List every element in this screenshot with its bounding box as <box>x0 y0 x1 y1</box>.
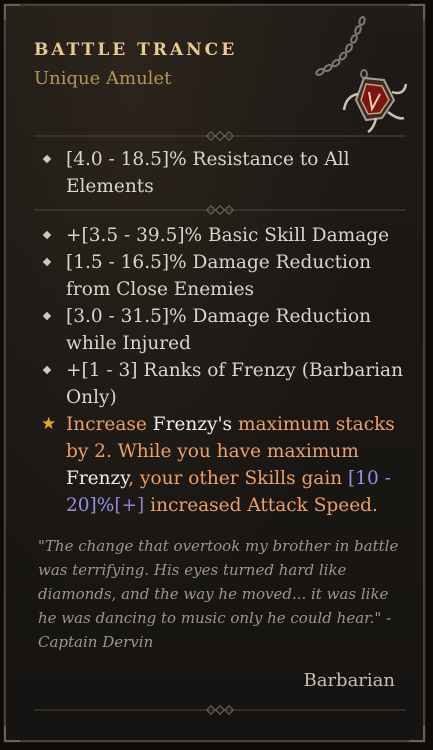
class-requirement: Barbarian <box>303 670 395 691</box>
affix: +[1 - 3] Ranks of Frenzy (Barbarian Only… <box>40 357 410 411</box>
section-divider <box>34 130 406 142</box>
amulet-icon <box>306 14 426 134</box>
diamond-bullet-icon <box>42 230 52 240</box>
legendary-power: ★ Increase Frenzy's maximum stacks by 2.… <box>40 411 410 519</box>
frame-corner <box>4 726 20 742</box>
implicit-affix-list: [4.0 - 18.5]% Resistance to All Elements <box>40 146 410 200</box>
expand-range-toggle[interactable]: [+] <box>114 495 144 516</box>
item-tooltip: BATTLE TRANCE Unique Amulet [4.0 - 18.5]… <box>3 3 426 743</box>
affix: [3.0 - 31.5]% Damage Reduction while Inj… <box>40 303 410 357</box>
diamond-bullet-icon <box>42 311 52 321</box>
affix-text: [3.0 - 31.5]% Damage Reduction while Inj… <box>66 306 372 354</box>
frame-corner <box>409 726 425 742</box>
affix-text: [1.5 - 16.5]% Damage Reduction from Clos… <box>66 252 372 300</box>
affix-list: +[3.5 - 39.5]% Basic Skill Damage [1.5 -… <box>40 222 410 519</box>
flavor-text: "The change that overtook my brother in … <box>38 537 399 651</box>
frame-corner <box>4 4 20 20</box>
section-divider <box>34 704 406 716</box>
section-divider <box>34 204 406 216</box>
item-name: BATTLE TRANCE <box>34 40 238 60</box>
affix-text: [4.0 - 18.5]% Resistance to All Elements <box>66 149 350 197</box>
diamond-bullet-icon <box>42 257 52 267</box>
diamond-bullet-icon <box>42 154 52 164</box>
affix: +[3.5 - 39.5]% Basic Skill Damage <box>40 222 410 249</box>
star-icon: ★ <box>41 414 57 434</box>
item-type: Unique Amulet <box>34 68 172 89</box>
implicit-affix: [4.0 - 18.5]% Resistance to All Elements <box>40 146 410 200</box>
affix-text: +[1 - 3] Ranks of Frenzy (Barbarian Only… <box>66 360 404 408</box>
diamond-bullet-icon <box>42 365 52 375</box>
affix: [1.5 - 16.5]% Damage Reduction from Clos… <box>40 249 410 303</box>
affix-text: +[3.5 - 39.5]% Basic Skill Damage <box>66 225 390 246</box>
